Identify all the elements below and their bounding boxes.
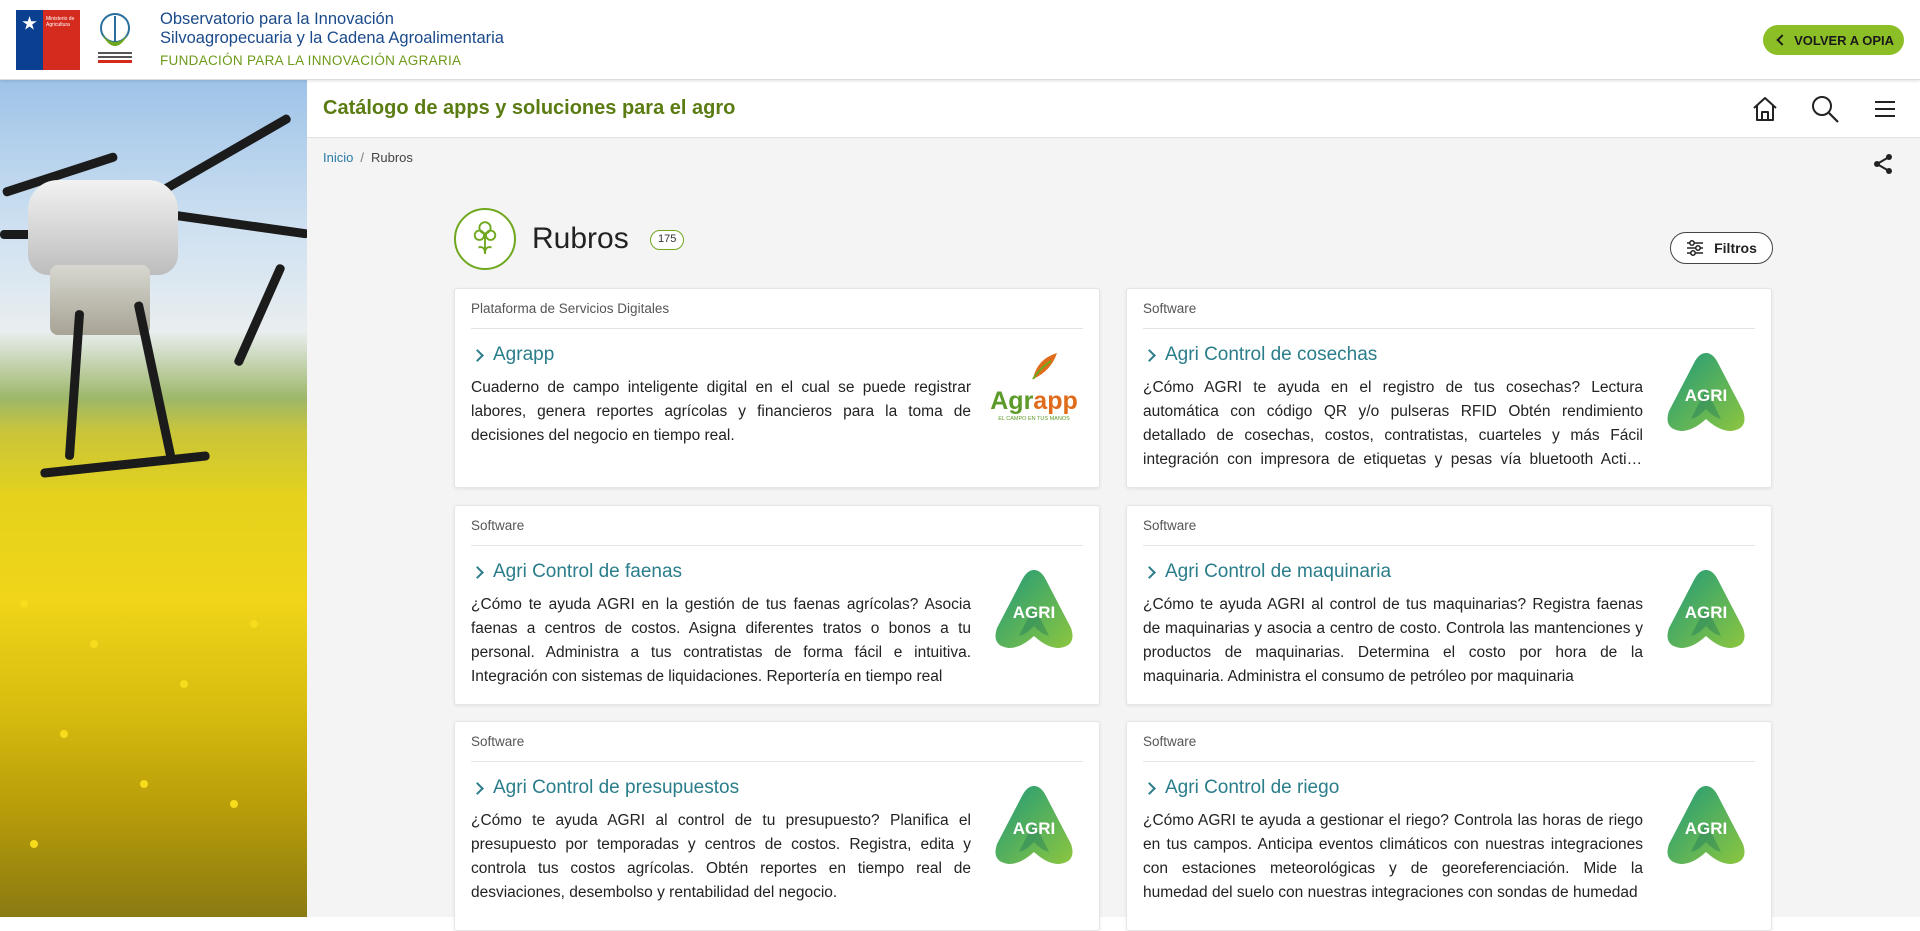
org-subtitle: FUNDACIÓN PARA LA INNOVACIÓN AGRARIA [160, 53, 462, 68]
card-category: Software [471, 518, 525, 533]
chevron-right-icon [471, 348, 484, 362]
breadcrumb-separator: / [360, 150, 364, 165]
card-category: Plataforma de Servicios Digitales [471, 301, 670, 316]
chevron-right-icon [1143, 348, 1156, 362]
chevron-left-icon [1776, 34, 1788, 46]
card-description: ¿Cómo AGRI te ayuda a gestionar el riego… [1143, 812, 1643, 901]
agri-logo: AGRI [995, 786, 1073, 864]
agrapp-tagline: EL CAMPO EN TUS MANOS [998, 416, 1070, 422]
star-icon [22, 16, 37, 30]
card-description: Cuaderno de campo inteligente digital en… [471, 379, 971, 444]
fia-logo[interactable] [96, 12, 134, 66]
agri-logo: AGRI [1667, 353, 1745, 431]
app-card[interactable]: Software Agri Control de maquinaria ¿Cóm… [1126, 505, 1772, 705]
catalog-header: Catálogo de apps y soluciones para el ag… [307, 80, 1920, 138]
card-title-link[interactable]: Agri Control de maquinaria [1143, 561, 1391, 583]
app-card[interactable]: Software Agri Control de faenas ¿Cómo te… [454, 505, 1100, 705]
org-title-line2: Silvoagropecuaria y la Cadena Agroalimen… [160, 29, 504, 47]
divider [1143, 328, 1755, 329]
card-description: ¿Cómo te ayuda AGRI al control de tus ma… [1143, 596, 1643, 685]
plant-icon [454, 208, 516, 270]
chevron-right-icon [471, 565, 484, 579]
agri-logo: AGRI [1667, 786, 1745, 864]
breadcrumb-current: Rubros [370, 150, 413, 165]
back-button-label: VOLVER A OPIA [1794, 32, 1894, 48]
card-title-link[interactable]: Agri Control de presupuestos [471, 777, 739, 799]
top-header: Ministerio de Agricultura Observatorio p… [0, 0, 1920, 80]
agri-logo-text: AGRI [1685, 819, 1728, 838]
card-title-link[interactable]: Agri Control de cosechas [1143, 344, 1377, 366]
app-card[interactable]: Software Agri Control de presupuestos ¿C… [454, 721, 1100, 931]
agri-logo: AGRI [1667, 570, 1745, 648]
card-category: Software [1143, 301, 1197, 316]
hero-side-image [0, 80, 307, 917]
card-description: ¿Cómo AGRI te ayuda en el registro de tu… [1143, 379, 1643, 468]
card-title-link[interactable]: Agri Control de riego [1143, 777, 1339, 799]
org-title[interactable]: Observatorio para la Innovación Silvoagr… [160, 10, 504, 48]
card-title-link[interactable]: Agri Control de faenas [471, 561, 682, 583]
agri-logo-text: AGRI [1685, 603, 1728, 622]
section-title: Rubros [532, 222, 629, 255]
catalog-title[interactable]: Catálogo de apps y soluciones para el ag… [323, 97, 735, 120]
divider [1143, 545, 1755, 546]
divider [471, 761, 1083, 762]
card-title: Agrapp [493, 344, 555, 365]
divider [1143, 761, 1755, 762]
divider [471, 545, 1083, 546]
results-count-badge: 175 [650, 230, 685, 250]
card-title: Agri Control de cosechas [1165, 344, 1378, 365]
agri-logo-text: AGRI [1685, 386, 1728, 405]
card-title-link[interactable]: Agrapp [471, 344, 554, 366]
filters-button[interactable]: Filtros [1670, 232, 1773, 264]
chevron-right-icon [1143, 565, 1156, 579]
ministry-logo-text: Ministerio de Agricultura [46, 16, 75, 28]
back-to-opia-button[interactable]: VOLVER A OPIA [1763, 25, 1904, 55]
card-category: Software [1143, 518, 1197, 533]
card-title: Agri Control de riego [1165, 777, 1340, 798]
breadcrumb: Inicio / Rubros [323, 150, 413, 165]
app-card[interactable]: Plataforma de Servicios Digitales Agrapp… [454, 288, 1100, 488]
app-card[interactable]: Software Agri Control de cosechas ¿Cómo … [1126, 288, 1772, 488]
agri-logo: AGRI [995, 570, 1073, 648]
ministry-logo[interactable]: Ministerio de Agricultura [16, 10, 80, 70]
card-title: Agri Control de faenas [493, 561, 683, 582]
home-icon[interactable] [1750, 94, 1780, 124]
card-title: Agri Control de presupuestos [493, 777, 740, 798]
card-category: Software [1143, 734, 1197, 749]
card-category: Software [471, 734, 525, 749]
divider [471, 328, 1083, 329]
filter-icon [1687, 240, 1704, 256]
filters-button-label: Filtros [1714, 240, 1757, 256]
share-icon[interactable] [1872, 153, 1894, 175]
agri-logo-text: AGRI [1013, 819, 1056, 838]
agrapp-logo: Agrapp EL CAMPO EN TUS MANOS [991, 353, 1077, 422]
agri-logo-text: AGRI [1013, 603, 1056, 622]
search-icon[interactable] [1810, 94, 1840, 124]
breadcrumb-home-link[interactable]: Inicio [323, 150, 353, 165]
agrapp-logo-text: Agrapp [991, 387, 1077, 415]
card-description: ¿Cómo te ayuda AGRI en la gestión de tus… [471, 596, 971, 685]
org-title-line1: Observatorio para la Innovación [160, 10, 394, 28]
chevron-right-icon [1143, 781, 1156, 795]
card-description: ¿Cómo te ayuda AGRI al control de tu pre… [471, 812, 971, 901]
chevron-right-icon [471, 781, 484, 795]
card-title: Agri Control de maquinaria [1165, 561, 1392, 582]
app-card[interactable]: Software Agri Control de riego ¿Cómo AGR… [1126, 721, 1772, 931]
menu-icon[interactable] [1870, 94, 1900, 124]
